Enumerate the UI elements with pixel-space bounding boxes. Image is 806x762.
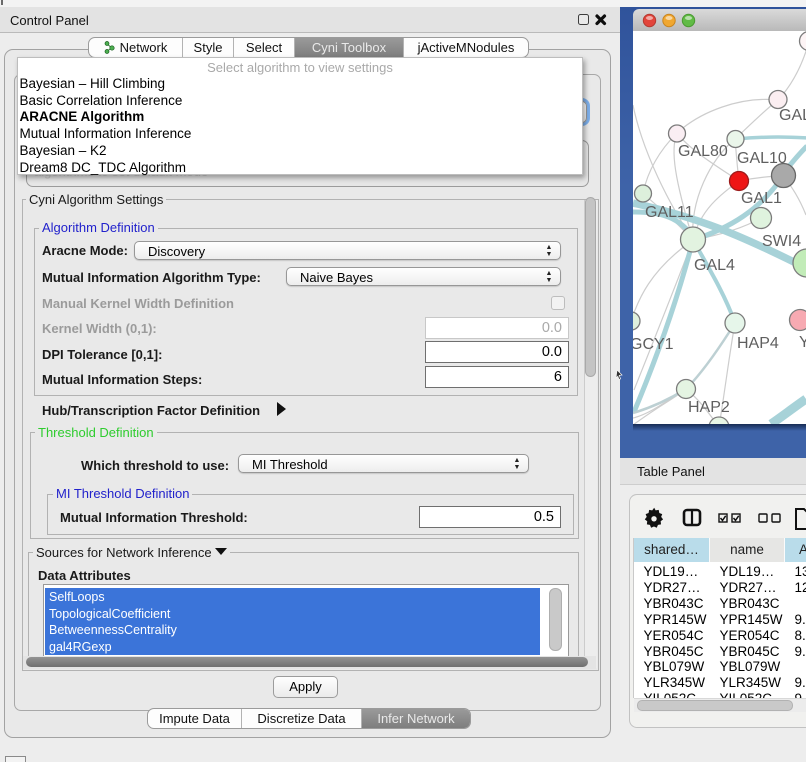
svg-text:GAL10: GAL10	[737, 150, 787, 167]
svg-text:GAL4: GAL4	[694, 257, 735, 274]
svg-text:HAP2: HAP2	[688, 399, 730, 416]
svg-text:GAL1: GAL1	[741, 190, 782, 207]
svg-text:HAP4: HAP4	[737, 335, 779, 352]
svg-text:GAL80: GAL80	[678, 143, 728, 160]
svg-text:GCY1: GCY1	[633, 336, 674, 353]
svg-text:GAL11: GAL11	[645, 204, 694, 221]
svg-text:Y: Y	[799, 334, 806, 351]
svg-text:SWI4: SWI4	[762, 233, 801, 250]
svg-text:GAL: GAL	[779, 107, 806, 124]
